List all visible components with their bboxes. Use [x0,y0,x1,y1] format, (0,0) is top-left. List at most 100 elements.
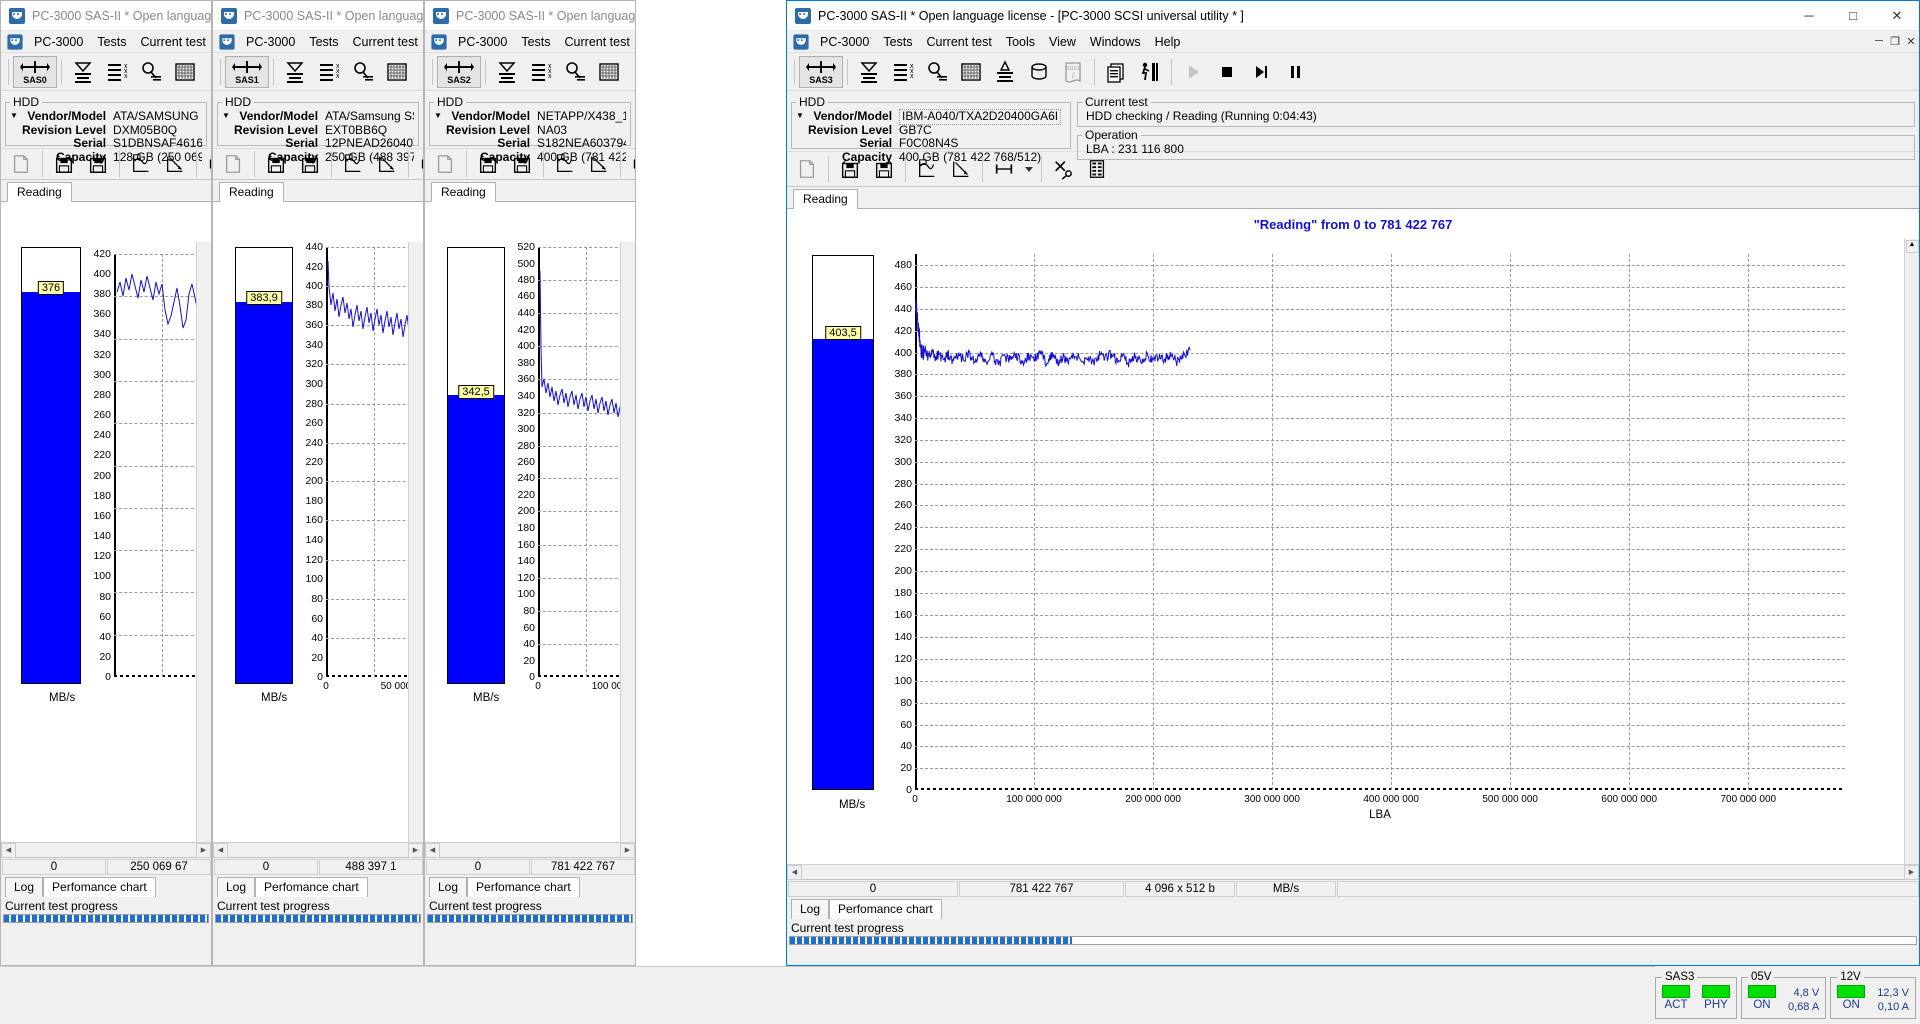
measure-icon[interactable] [413,148,424,180]
menu-pc3000[interactable]: PC-3000 [239,33,302,51]
open-chart-icon[interactable] [505,148,539,180]
maximize-button[interactable]: □ [1831,1,1875,31]
step-forward-icon[interactable] [1244,56,1278,88]
tabstrip-sas2[interactable]: Reading [425,180,635,202]
bottom-tabs-sas0[interactable]: Log Perfomance chart [1,876,211,897]
window-sas1[interactable]: PC-3000 SAS-II * Open language license -… [212,0,424,966]
port-selector-sas1[interactable]: SAS1 [225,56,269,88]
copy-icon[interactable] [1099,56,1133,88]
menu-current-test[interactable]: Current test [346,33,424,51]
port-selector-sas2[interactable]: SAS2 [437,56,481,88]
scroll-right-arrow[interactable]: ▶ [620,843,635,858]
save-chart-icon[interactable] [471,148,505,180]
search-icon[interactable] [346,56,380,88]
play-icon[interactable] [1176,56,1210,88]
new-chart-icon[interactable] [790,153,824,185]
mdi-close-button[interactable]: ✕ [1903,35,1919,48]
field-value[interactable]: IBM-A040/TXA2D20400GA6I [899,109,1061,125]
save-chart-icon[interactable] [47,148,81,180]
chart-vscrollbar[interactable]: ▲ [1904,239,1919,864]
report-icon[interactable] [1080,153,1114,185]
search-icon[interactable] [134,56,168,88]
menu-windows[interactable]: Windows [1083,33,1148,51]
sector-map-icon[interactable] [592,56,626,88]
window-sas3-main[interactable]: PC-3000 SAS-II * Open language license -… [786,0,1920,966]
save-chart-icon[interactable] [259,148,293,180]
chart-vscrollbar[interactable] [196,242,211,842]
toolbar-sas1[interactable]: SAS1 xxx [213,53,423,91]
menu-help[interactable]: Help [1148,33,1188,51]
scroll-left-arrow[interactable]: ◀ [787,865,802,880]
scroll-right-arrow[interactable]: ▶ [408,843,423,858]
scroll-left-arrow[interactable]: ◀ [213,843,228,858]
window-sas2[interactable]: PC-3000 SAS-II * Open language license -… [424,0,636,966]
bottab-log[interactable]: Log [5,877,43,897]
new-chart-icon[interactable] [216,148,250,180]
scroll-left-arrow[interactable]: ◀ [1,843,16,858]
menu-pc3000[interactable]: PC-3000 [27,33,90,51]
tab-reading[interactable]: Reading [219,182,284,202]
measure-icon[interactable] [625,148,636,180]
sector-map-icon[interactable] [168,56,202,88]
chart-toolbar-sas1[interactable] [213,148,423,180]
menu-current-test[interactable]: Current test [558,33,636,51]
menubar-sas2[interactable]: PC-3000 Tests Current test Tools View [425,31,635,53]
scroll-right-arrow[interactable]: ▶ [1904,865,1919,880]
open-chart-icon[interactable] [867,153,901,185]
chart-hscrollbar-sas1[interactable]: ◀ ▶ [213,842,423,857]
drive-icon[interactable] [1022,56,1056,88]
stop-icon[interactable] [1210,56,1244,88]
titlebar-sas1[interactable]: PC-3000 SAS-II * Open language license - [213,1,423,31]
test-list-icon[interactable]: xxx [886,56,920,88]
tab-reading[interactable]: Reading [7,182,72,202]
open-chart-icon[interactable] [293,148,327,180]
menu-current-test[interactable]: Current test [920,33,999,51]
surface-test-icon[interactable] [988,56,1022,88]
bottab-performance-chart[interactable]: Perfomance chart [467,877,580,897]
test-list-icon[interactable]: xxx [524,56,558,88]
run-person-icon[interactable] [1133,56,1167,88]
graph-zoom-icon[interactable] [548,148,582,180]
graph-slope-icon[interactable] [158,148,192,180]
bottom-tabs-sas2[interactable]: Log Perfomance chart [425,876,635,897]
new-chart-icon[interactable] [428,148,462,180]
port-selector-sas3[interactable]: SAS3 [799,56,843,88]
chart-vscrollbar[interactable] [620,242,635,842]
new-chart-icon[interactable] [4,148,38,180]
tab-reading[interactable]: Reading [793,189,858,209]
scroll-right-arrow[interactable]: ▶ [196,843,211,858]
search-icon[interactable] [558,56,592,88]
port-selector-sas0[interactable]: SAS0 [13,56,57,88]
bottab-log[interactable]: Log [429,877,467,897]
settings-tools-icon[interactable] [1046,153,1080,185]
surface-test-icon[interactable] [414,56,424,88]
sector-map-icon[interactable] [954,56,988,88]
menu-view[interactable]: View [1042,33,1083,51]
close-button[interactable]: ✕ [1875,1,1919,31]
tabstrip-sas0[interactable]: Reading [1,180,211,202]
open-chart-icon[interactable] [81,148,115,180]
graph-slope-icon[interactable] [582,148,616,180]
titlebar-sas0[interactable]: PC-3000 SAS-II * Open language license -… [1,1,211,31]
mdi-restore-button[interactable]: ❐ [1887,35,1903,48]
window-sas0[interactable]: PC-3000 SAS-II * Open language license -… [0,0,212,966]
menubar-sas3[interactable]: PC-3000 Tests Current test Tools View Wi… [787,31,1919,53]
drive-id-icon[interactable] [66,56,100,88]
drive-id-icon[interactable] [278,56,312,88]
bottab-performance-chart[interactable]: Perfomance chart [829,899,942,919]
graph-zoom-icon[interactable] [124,148,158,180]
drive-id-icon[interactable] [490,56,524,88]
mdi-minimize-button[interactable]: ─ [1871,35,1887,48]
chart-toolbar-sas2[interactable] [425,148,635,180]
drive-id-icon[interactable] [852,56,886,88]
menu-pc3000[interactable]: PC-3000 [451,33,514,51]
toolbar-sas2[interactable]: SAS2 xxx [425,53,635,91]
menu-tests[interactable]: Tests [514,33,557,51]
tab-reading[interactable]: Reading [431,182,496,202]
tabstrip-sas1[interactable]: Reading [213,180,423,202]
bottab-log[interactable]: Log [791,899,829,919]
chevron-down-icon[interactable] [1021,153,1037,185]
pause-icon[interactable] [1278,56,1312,88]
menu-tests[interactable]: Tests [876,33,919,51]
menubar-sas0[interactable]: PC-3000 Tests Current test Tools View [1,31,211,53]
